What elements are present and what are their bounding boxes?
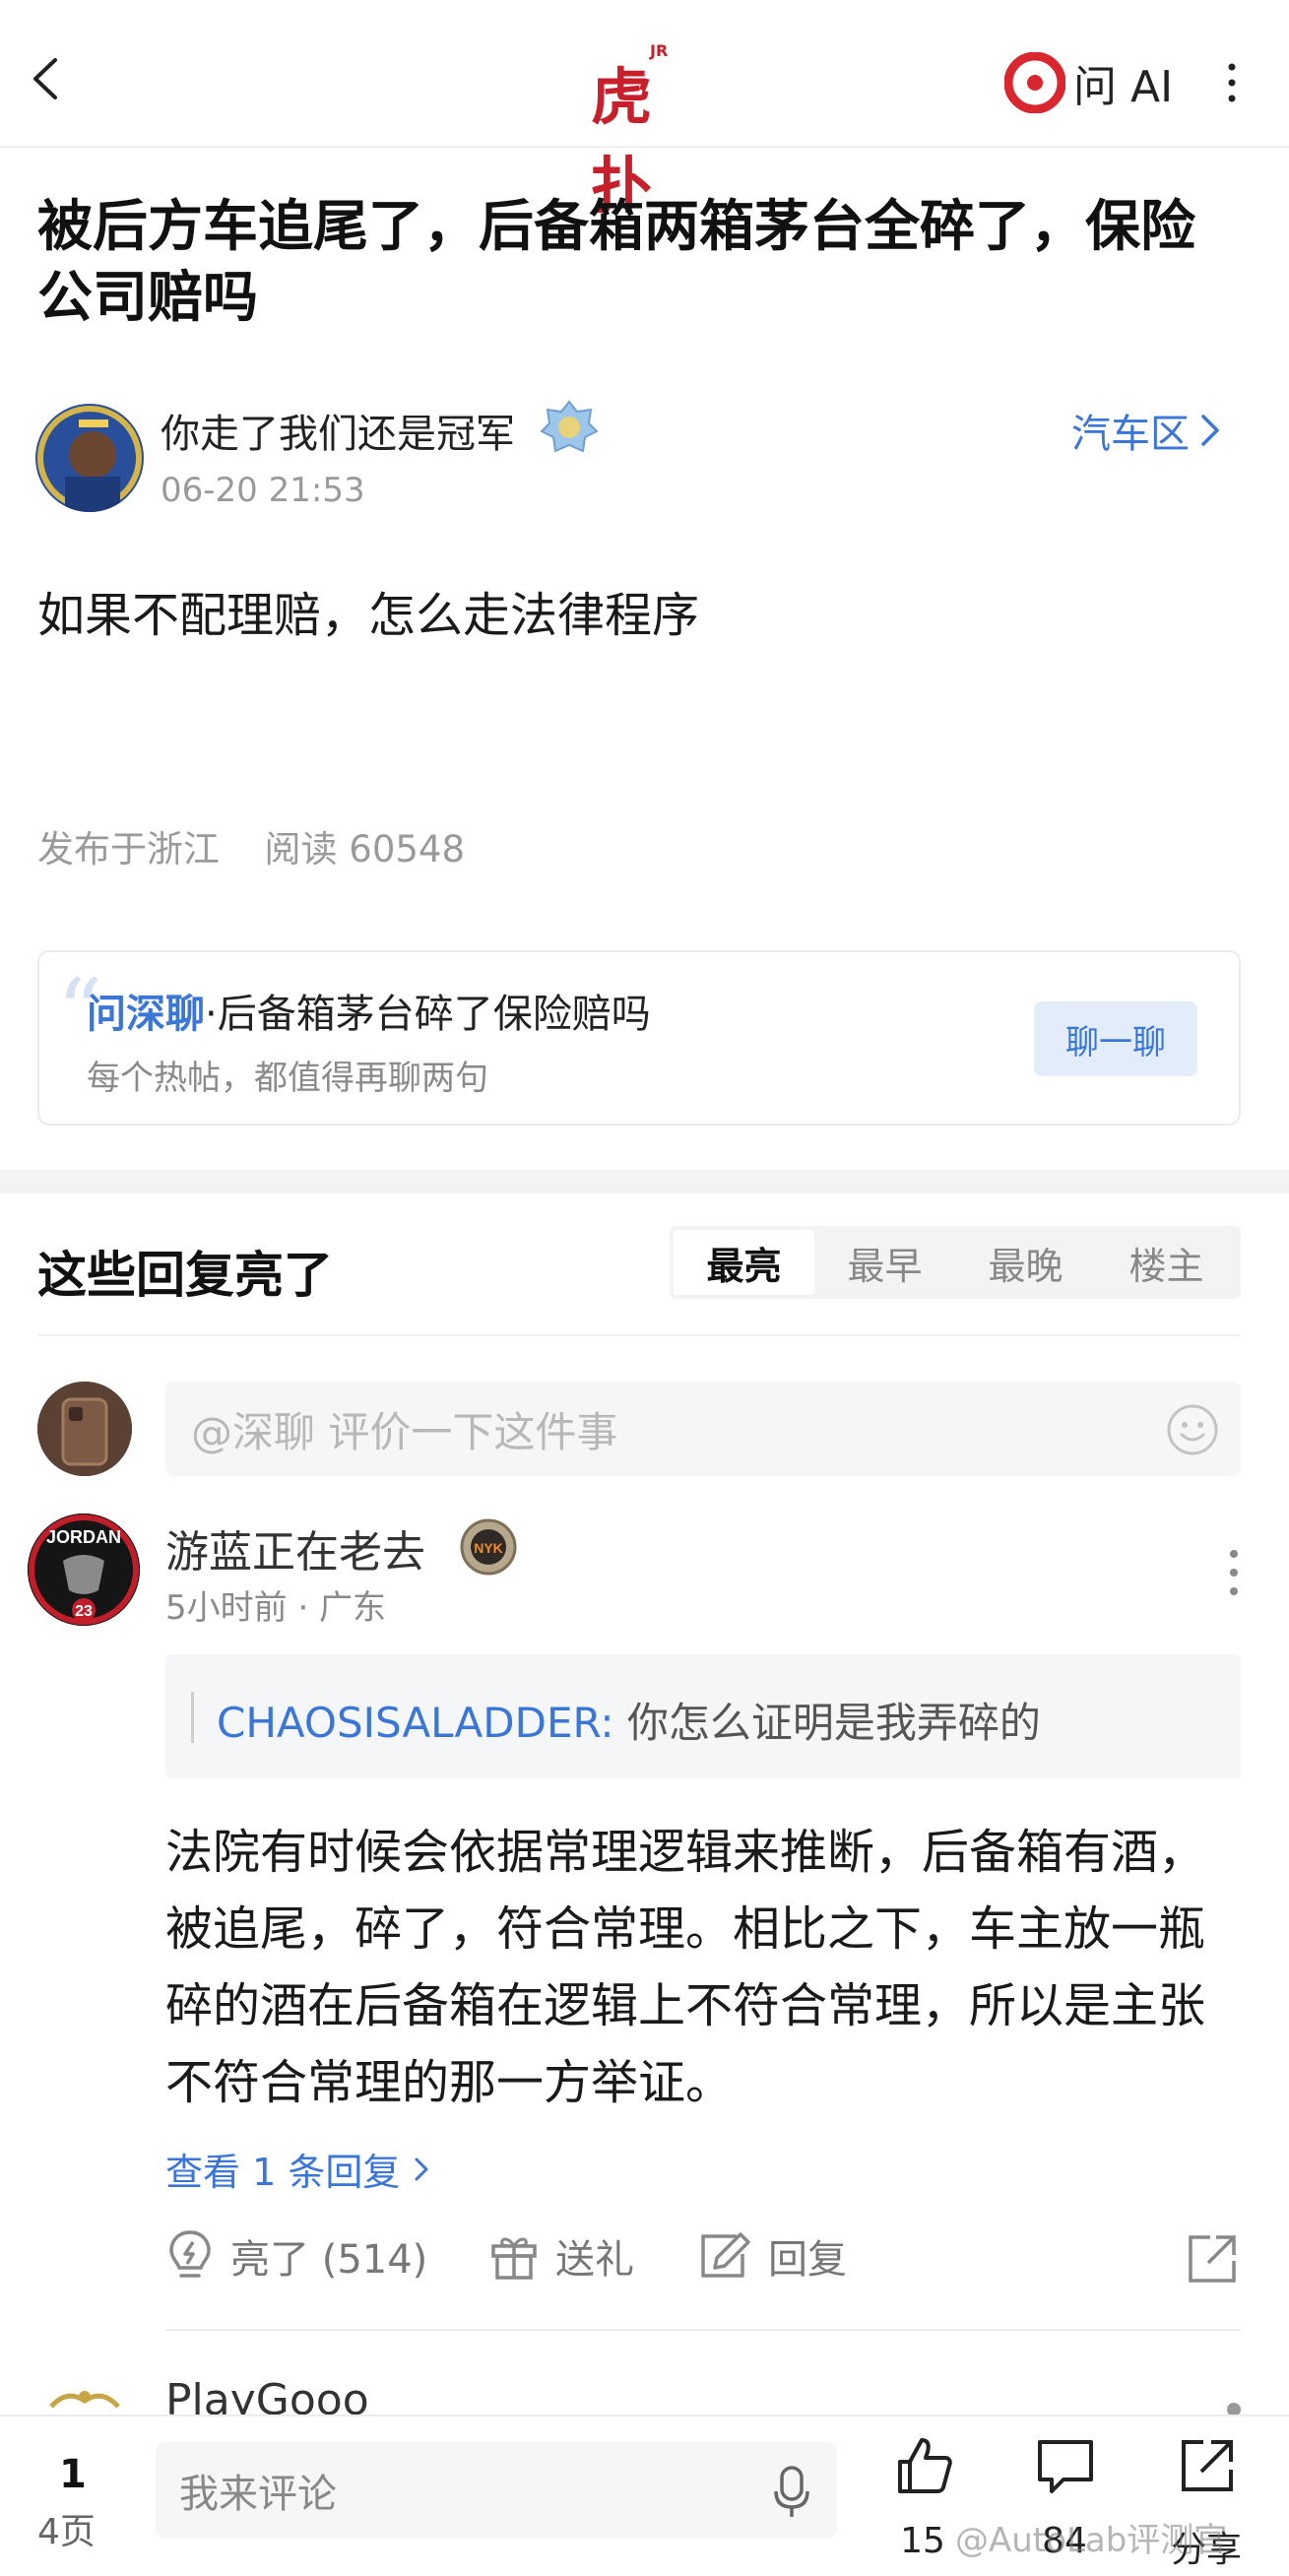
deep-chat-card[interactable]: “ 问深聊·后备箱茅台碎了保险赔吗 每个热帖，都值得再聊两句 聊一聊 <box>37 950 1241 1126</box>
reply-avatar[interactable] <box>37 2371 132 2420</box>
author-avatar-image <box>35 404 144 512</box>
edit-icon <box>701 2232 750 2278</box>
reply-author-name[interactable]: 游蓝正在老去 <box>165 1516 425 1579</box>
badge-text: NYK <box>474 1540 503 1556</box>
ask-ai-button[interactable]: 问 AI <box>1004 51 1173 114</box>
gift-label: 送礼 <box>555 2237 634 2283</box>
comment-bubble-icon <box>1038 2440 1093 2493</box>
author-avatar[interactable] <box>35 404 144 512</box>
sort-tab-latest[interactable]: 最晚 <box>955 1230 1096 1295</box>
lightbulb-icon <box>169 2230 211 2278</box>
reply-body: 法院有时候会依据常理逻辑来推断，后备箱有酒，被追尾，碎了，符合常理。相比之下，车… <box>165 1825 1206 2110</box>
post-meta: 发布于浙江 阅读 60548 <box>37 819 465 872</box>
sort-tab-brightest[interactable]: 最亮 <box>674 1230 814 1295</box>
current-page[interactable]: 1 <box>59 2452 87 2497</box>
chat-button[interactable]: 聊一聊 <box>1034 1001 1197 1076</box>
back-arrow-icon[interactable] <box>28 54 67 103</box>
my-avatar-image <box>37 1382 132 1476</box>
reply-actions: 亮了 (514) 送礼 回复 <box>165 2227 1249 2290</box>
gift-icon <box>491 2237 537 2280</box>
chevron-right-icon <box>1201 415 1219 446</box>
share-external-icon[interactable] <box>1185 2231 1240 2286</box>
light-up-button[interactable]: 亮了 (514) <box>165 2227 427 2285</box>
read-count: 60548 <box>349 828 465 870</box>
sort-tabs: 最亮 最早 最晚 楼主 <box>670 1226 1241 1299</box>
comment-placeholder: 我来评论 <box>179 2472 337 2517</box>
ai-input-placeholder: @深聊 评价一下这件事 <box>191 1407 618 1456</box>
chevron-right-icon <box>415 2157 428 2180</box>
reply-label: 回复 <box>768 2237 847 2283</box>
board-name: 汽车区 <box>1071 412 1190 457</box>
avatar-number-text: 23 <box>75 1603 93 1620</box>
team-badge-icon: NYK <box>460 1518 517 1576</box>
post-title: 被后方车追尾了，后备箱两箱茅台全碎了，保险公司赔吗 <box>37 195 1195 330</box>
divider <box>165 2329 1241 2331</box>
ai-comment-input[interactable]: @深聊 评价一下这件事 <box>165 1382 1241 1476</box>
top-nav-bar: 虎扑 JR 问 AI <box>0 0 1289 222</box>
post-body: 如果不配理赔，怎么走法律程序 <box>37 588 700 643</box>
deep-chat-topic: ·后备箱茅台碎了保险赔吗 <box>205 992 651 1037</box>
post-time: 06-20 21:53 <box>161 471 365 510</box>
quote-bar <box>191 1692 194 1743</box>
ask-ai-label: 问 AI <box>1073 62 1174 112</box>
reply-meta: 5小时前 · 广东 <box>165 1588 387 1628</box>
emoji-icon[interactable] <box>1166 1403 1219 1456</box>
author-name[interactable]: 你走了我们还是冠军 <box>161 402 515 459</box>
author-badge-icon <box>540 400 599 453</box>
quoted-comment[interactable]: CHAOSISALADDER: 你怎么证明是我弄碎的 <box>165 1654 1241 1778</box>
share-icon <box>1182 2440 1233 2491</box>
more-menu-icon[interactable] <box>1217 61 1247 104</box>
logo-superscript: JR <box>650 41 669 60</box>
thumbs-up-icon <box>898 2438 952 2493</box>
sort-tab-op[interactable]: 楼主 <box>1096 1230 1237 1295</box>
sort-tab-earliest[interactable]: 最早 <box>814 1230 955 1295</box>
view-replies-label: 查看 1 条回复 <box>165 2151 401 2194</box>
replies-section-title: 这些回复亮了 <box>37 1247 333 1304</box>
deep-chat-brand: 问深聊 <box>87 992 205 1037</box>
divider <box>37 1334 1241 1336</box>
microphone-icon[interactable] <box>772 2464 811 2519</box>
watermark: @AutoLab评测官 <box>955 2521 1228 2560</box>
comment-input[interactable]: 我来评论 <box>156 2442 837 2539</box>
reply-avatar-image <box>49 2391 120 2409</box>
view-replies-link[interactable]: 查看 1 条回复 <box>165 2142 429 2196</box>
ai-logo-icon <box>1004 52 1065 113</box>
reply-button[interactable]: 回复 <box>697 2227 847 2285</box>
reply-more-icon[interactable] <box>1219 1546 1249 1599</box>
board-link[interactable]: 汽车区 <box>1071 402 1221 459</box>
reply-avatar[interactable]: JORDAN 23 <box>28 1513 140 1626</box>
quoted-user[interactable]: CHAOSISALADDER: <box>217 1699 614 1747</box>
deep-chat-subtitle: 每个热帖，都值得再聊两句 <box>87 1059 488 1098</box>
post-location: 发布于浙江 <box>37 828 220 870</box>
hupu-logo[interactable]: 虎扑 JR <box>591 41 689 222</box>
avatar-jordan-text: JORDAN <box>46 1527 121 1547</box>
quoted-content: 你怎么证明是我弄碎的 <box>613 1699 1041 1747</box>
gift-button[interactable]: 送礼 <box>488 2227 634 2285</box>
my-avatar[interactable] <box>37 1382 132 1476</box>
total-pages[interactable]: 4页 <box>37 2503 96 2554</box>
section-divider <box>0 1170 1289 1193</box>
reply-avatar-image: JORDAN 23 <box>28 1513 140 1626</box>
light-count: 亮了 (514) <box>230 2237 428 2283</box>
read-label: 阅读 <box>264 828 338 870</box>
quoted-text: CHAOSISALADDER: 你怎么证明是我弄碎的 <box>217 1690 1041 1750</box>
deep-chat-title: 问深聊·后备箱茅台碎了保险赔吗 <box>87 982 651 1039</box>
